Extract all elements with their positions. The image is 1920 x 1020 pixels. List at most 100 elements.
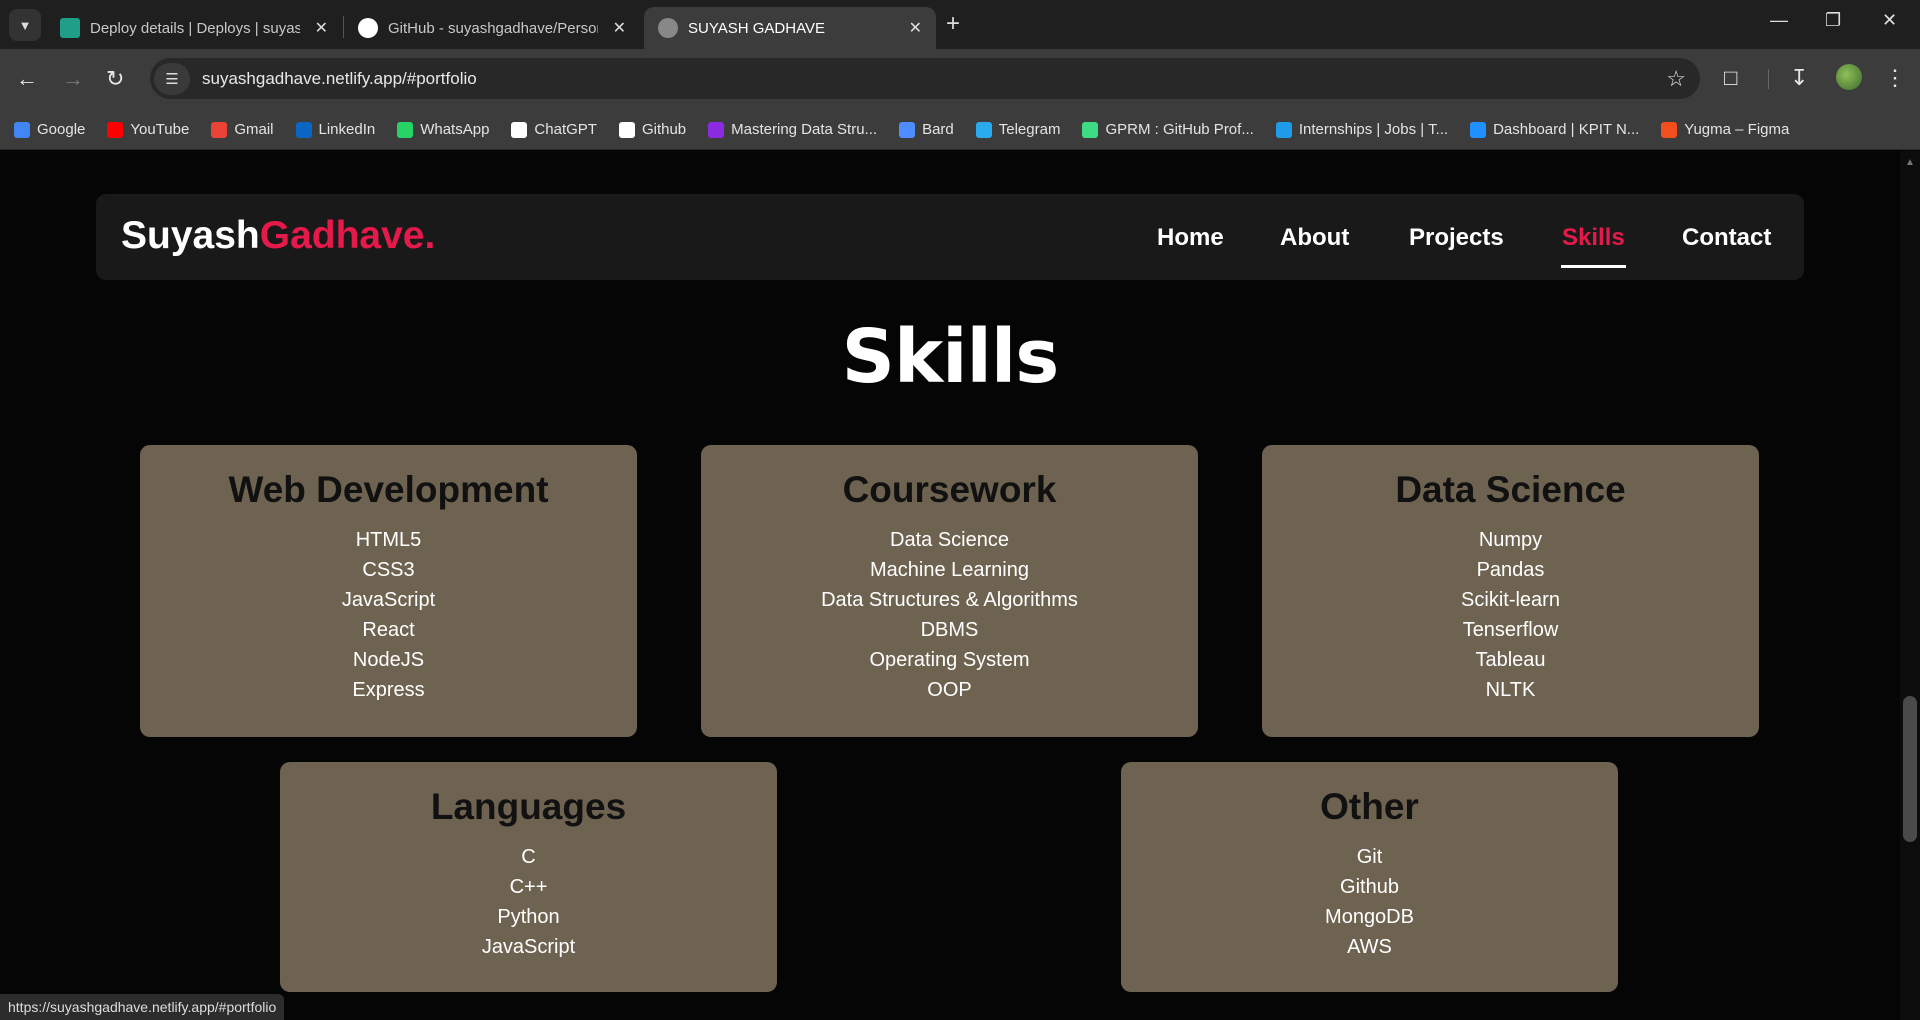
page-viewport: SuyashGadhave. Home About Projects Skill… [0, 151, 1900, 1020]
tab-title: Deploy details | Deploys | suyash [90, 19, 300, 37]
nav-skills[interactable]: Skills [1562, 224, 1625, 252]
site-favicon-icon [658, 18, 678, 38]
bookmark-item[interactable]: Github [618, 121, 687, 138]
minimize-icon[interactable]: — [1770, 10, 1788, 31]
gmail-icon [211, 121, 228, 138]
downloads-icon[interactable]: ↧ [1790, 65, 1808, 91]
skill-list: C C++ Python JavaScript [280, 842, 777, 962]
bookmark-label: Telegram [998, 121, 1061, 138]
bookmark-item[interactable]: Dashboard | KPIT N... [1470, 121, 1639, 138]
skill-card-coursework: Coursework Data Science Machine Learning… [701, 445, 1198, 737]
bookmark-item[interactable]: Mastering Data Stru... [708, 121, 877, 138]
nav-projects[interactable]: Projects [1409, 224, 1504, 252]
bookmark-label: WhatsApp [420, 121, 490, 138]
address-bar-url[interactable]: suyashgadhave.netlify.app/#portfolio [202, 69, 477, 89]
nav-contact[interactable]: Contact [1682, 224, 1771, 252]
skill-card-heading: Coursework [842, 469, 1057, 510]
bookmark-item[interactable]: LinkedIn [295, 121, 375, 138]
bookmark-item[interactable]: Telegram [975, 121, 1061, 138]
github-icon [358, 18, 378, 38]
skill-item: Operating System [869, 649, 1030, 671]
skill-list: Data Science Machine Learning Data Struc… [701, 525, 1198, 705]
forward-icon[interactable]: → [62, 66, 84, 92]
bookmark-item[interactable]: Google [14, 121, 85, 138]
extensions-icon[interactable]: □ [1724, 65, 1737, 91]
bookmark-label: Gmail [234, 121, 274, 138]
menu-kebab-icon[interactable]: ⋮ [1884, 65, 1906, 91]
skill-card-web-development: Web Development HTML5 CSS3 JavaScript Re… [140, 445, 637, 737]
linkedin-icon [295, 121, 312, 138]
skill-item: JavaScript [341, 589, 436, 611]
bookmark-item[interactable]: Bard [899, 121, 954, 138]
bookmark-label: Github [641, 121, 687, 138]
github-icon [618, 121, 635, 138]
kpit-icon [1470, 121, 1487, 138]
course-icon [708, 121, 725, 138]
bookmark-label: Internships | Jobs | T... [1298, 121, 1449, 138]
telegram-icon [975, 121, 992, 138]
gprm-icon [1082, 121, 1099, 138]
nav-about[interactable]: About [1280, 224, 1349, 252]
tab-suyash-gadhave[interactable]: SUYASH GADHAVE ✕ [644, 7, 936, 49]
tab-search-button[interactable]: ▼ [9, 9, 41, 41]
skill-item: NodeJS [352, 649, 425, 671]
close-tab-icon[interactable]: ✕ [613, 18, 626, 38]
skill-item: Data Structures & Algorithms [821, 589, 1078, 611]
nav-home[interactable]: Home [1157, 224, 1224, 252]
bookmark-item[interactable]: Internships | Jobs | T... [1275, 121, 1449, 138]
bookmark-item[interactable]: YouTube [107, 121, 189, 138]
bookmark-star-icon[interactable]: ☆ [1666, 66, 1686, 92]
site-logo[interactable]: SuyashGadhave. [121, 214, 435, 258]
new-tab-icon[interactable]: + [946, 10, 960, 38]
bookmark-item[interactable]: Yugma – Figma [1661, 121, 1789, 138]
section-title: Skills [841, 314, 1060, 400]
site-info-icon[interactable]: ☰ [154, 62, 190, 95]
back-icon[interactable]: ← [16, 66, 38, 92]
bookmark-label: YouTube [130, 121, 190, 138]
close-tab-icon[interactable]: ✕ [909, 18, 922, 38]
bookmark-label: Yugma – Figma [1684, 121, 1790, 138]
skill-item: Pandas [1476, 559, 1545, 581]
skill-card-languages: Languages C C++ Python JavaScript [280, 762, 777, 992]
bookmark-label: ChatGPT [534, 121, 597, 138]
close-tab-icon[interactable]: ✕ [315, 18, 328, 38]
reload-icon[interactable]: ↻ [106, 66, 124, 92]
profile-avatar[interactable] [1836, 64, 1862, 90]
restore-icon[interactable]: ❐ [1825, 10, 1841, 31]
skill-item: JavaScript [481, 936, 576, 958]
skill-item: MongoDB [1325, 906, 1414, 928]
skill-list: Numpy Pandas Scikit-learn Tenserflow Tab… [1262, 525, 1759, 705]
skill-item: Tenserflow [1462, 619, 1559, 641]
bookmark-item[interactable]: WhatsApp [397, 121, 489, 138]
scrollbar-thumb[interactable] [1903, 696, 1917, 842]
figma-icon [1661, 121, 1678, 138]
tab-github[interactable]: GitHub - suyashgadhave/Personal ✕ [344, 7, 640, 49]
youtube-icon [107, 121, 124, 138]
logo-last-name: Gadhave. [259, 214, 436, 257]
tab-strip: ▼ Deploy details | Deploys | suyash ✕ Gi… [0, 0, 1920, 49]
skill-card-heading: Other [1320, 786, 1419, 827]
browser-toolbar: ← → ↻ ☰ suyashgadhave.netlify.app/#portf… [0, 49, 1920, 110]
active-nav-underline [1561, 265, 1626, 268]
skill-card-other: Other Git Github MongoDB AWS [1121, 762, 1618, 992]
toolbar-divider [1768, 69, 1769, 89]
bookmark-item[interactable]: ChatGPT [511, 121, 597, 138]
skill-list: HTML5 CSS3 JavaScript React NodeJS Expre… [140, 525, 637, 705]
bookmark-label: GPRM : GitHub Prof... [1105, 121, 1254, 138]
skill-item: Scikit-learn [1461, 589, 1560, 611]
scroll-up-arrow-icon[interactable]: ▲ [1905, 157, 1915, 168]
status-bar-url: https://suyashgadhave.netlify.app/#portf… [0, 994, 285, 1020]
tab-netlify-deploy[interactable]: Deploy details | Deploys | suyash ✕ [46, 7, 342, 49]
bookmark-item[interactable]: Gmail [211, 121, 274, 138]
address-bar[interactable]: ☰ suyashgadhave.netlify.app/#portfolio ☆ [150, 58, 1700, 99]
skill-item: DBMS [920, 619, 979, 641]
skill-item: Express [352, 679, 425, 701]
bookmark-item[interactable]: GPRM : GitHub Prof... [1082, 121, 1254, 138]
close-window-icon[interactable]: ✕ [1882, 10, 1897, 31]
internshala-icon [1275, 121, 1292, 138]
tab-title: SUYASH GADHAVE [688, 19, 825, 37]
skill-card-data-science: Data Science Numpy Pandas Scikit-learn T… [1262, 445, 1759, 737]
skill-item: NLTK [1485, 679, 1536, 701]
page-scrollbar[interactable]: ▲ [1900, 151, 1920, 1020]
chevron-down-icon: ▼ [18, 17, 32, 33]
